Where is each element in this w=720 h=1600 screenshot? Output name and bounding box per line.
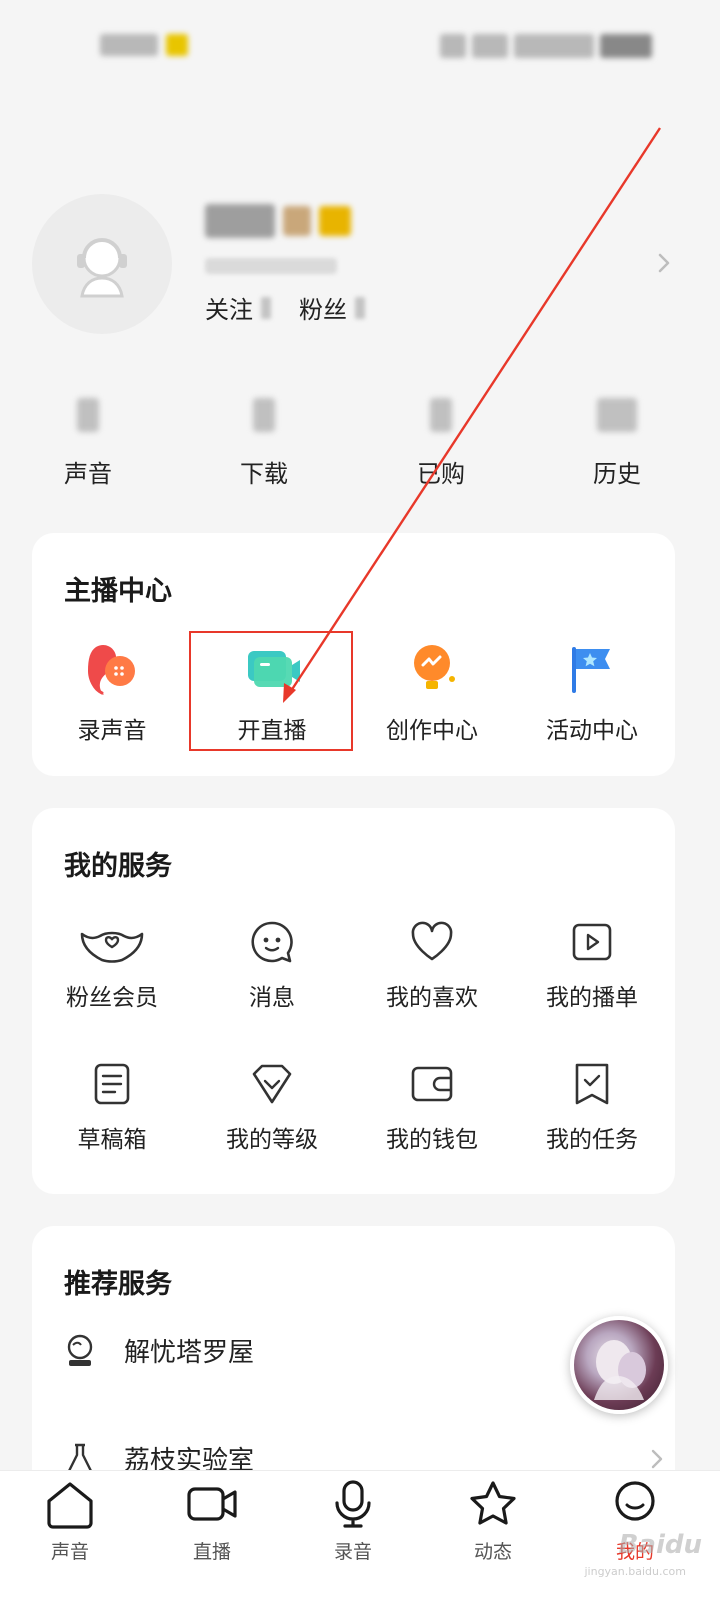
- tarot-house-item[interactable]: 解忧塔罗屋: [64, 1332, 254, 1369]
- fan-membership-button[interactable]: 粉丝会员: [32, 920, 192, 1012]
- heart-icon: [411, 921, 453, 961]
- message-button[interactable]: 消息: [192, 920, 352, 1012]
- watermark-logo: Baidu: [618, 1530, 702, 1560]
- nav-label: 动态: [473, 1541, 512, 1563]
- watermark-url: jingyan.baidu.com: [584, 1565, 686, 1578]
- fan-membership-icon: [80, 931, 144, 963]
- drafts-icon: [94, 1063, 130, 1105]
- drafts-button[interactable]: 草稿箱: [32, 1062, 192, 1154]
- my-tasks-button[interactable]: 我的任务: [512, 1062, 672, 1154]
- level-icon: [252, 1064, 292, 1104]
- microphone-icon: [335, 1480, 371, 1528]
- floating-player-avatar[interactable]: [570, 1316, 668, 1414]
- profile-icon: [615, 1481, 655, 1521]
- grid-item-label: 我的播单: [546, 985, 638, 1011]
- my-level-button[interactable]: 我的等级: [192, 1062, 352, 1154]
- grid-item-label: 粉丝会员: [66, 985, 158, 1011]
- grid-item-label: 草稿箱: [77, 1127, 147, 1153]
- home-icon: [47, 1482, 93, 1529]
- tarot-crystal-icon: [67, 1334, 93, 1366]
- grid-item-label: 我的钱包: [386, 1127, 478, 1153]
- my-wallet-button[interactable]: 我的钱包: [352, 1062, 512, 1154]
- star-icon: [470, 1481, 516, 1525]
- nav-label: 录音: [333, 1541, 372, 1563]
- playlist-icon: [572, 923, 612, 961]
- nav-live[interactable]: 直播: [152, 1479, 272, 1564]
- nav-sounds[interactable]: 声音: [10, 1479, 130, 1564]
- tarot-house-label: 解忧塔罗屋: [124, 1338, 255, 1368]
- task-icon: [575, 1063, 609, 1105]
- card-title: 推荐服务: [64, 1269, 172, 1300]
- my-likes-button[interactable]: 我的喜欢: [352, 920, 512, 1012]
- message-icon: [251, 921, 293, 963]
- nav-label: 声音: [50, 1541, 89, 1563]
- nav-label: 直播: [192, 1541, 231, 1563]
- grid-item-label: 我的等级: [226, 1127, 318, 1153]
- nav-feed[interactable]: 动态: [433, 1479, 553, 1564]
- my-playlist-button[interactable]: 我的播单: [512, 920, 672, 1012]
- grid-item-label: 我的任务: [546, 1127, 638, 1153]
- card-title: 我的服务: [64, 851, 172, 882]
- album-art-image: [594, 1340, 646, 1400]
- nav-record[interactable]: 录音: [293, 1479, 413, 1564]
- video-camera-icon: [187, 1487, 237, 1521]
- bottom-nav: 声音 直播 录音 动态 我的: [0, 1470, 720, 1600]
- chevron-right-icon: [651, 1449, 663, 1468]
- my-services-card: 我的服务 粉丝会员 消息 我的喜欢 我的播单 草稿箱 我的等级 我的钱包 我的任…: [32, 808, 675, 1194]
- wallet-icon: [411, 1066, 453, 1102]
- grid-item-label: 消息: [249, 985, 295, 1011]
- grid-item-label: 我的喜欢: [386, 985, 478, 1011]
